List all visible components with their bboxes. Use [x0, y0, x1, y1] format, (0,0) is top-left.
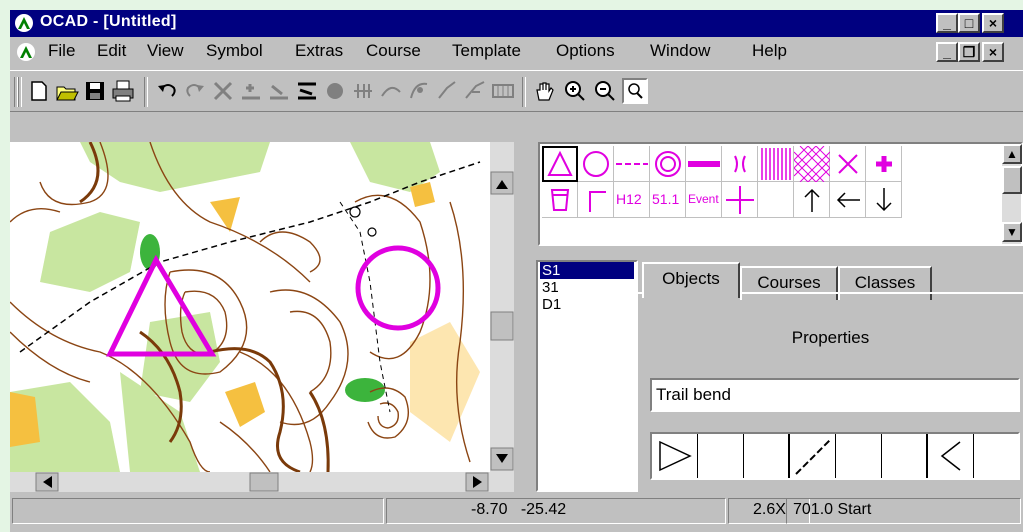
application-window: OCAD - [Untitled] _ □ × File Edit View S…	[10, 10, 1023, 532]
redo-icon[interactable]	[182, 78, 208, 104]
fill-icon[interactable]	[294, 78, 320, 104]
symbol-arrow-up[interactable]	[794, 182, 830, 218]
map-canvas[interactable]	[10, 142, 514, 492]
toolbar-separator	[144, 77, 148, 107]
zoom-in-icon[interactable]	[562, 78, 588, 104]
symbol-finish-circle[interactable]	[650, 146, 686, 182]
objects-panel: Properties	[638, 292, 1023, 494]
status-pane-message	[12, 498, 384, 524]
cd-dashed-slash-icon[interactable]	[790, 434, 836, 478]
toolbar-grip-2[interactable]	[18, 77, 22, 107]
child-restore-button[interactable]: ❐	[958, 42, 980, 62]
cd-cell[interactable]	[744, 434, 790, 478]
symbol-crossing-point[interactable]	[722, 146, 758, 182]
symbol-drink-cup[interactable]	[542, 182, 578, 218]
status-coord-x: -8.70	[471, 501, 508, 518]
menu-view[interactable]: View	[147, 41, 184, 61]
symbol-cross-hatch[interactable]	[794, 146, 830, 182]
symbol-forbidden-cross[interactable]	[830, 146, 866, 182]
symbol-control-circle[interactable]	[578, 146, 614, 182]
course-list: S1 31 D1	[536, 260, 638, 492]
symbol-scroll-thumb[interactable]	[1002, 166, 1022, 194]
window-title: OCAD - [Untitled]	[40, 13, 177, 30]
symbol-arrow-down[interactable]	[866, 182, 902, 218]
ocad-logo-icon[interactable]	[15, 14, 33, 32]
symbol-dashed-line[interactable]	[614, 146, 650, 182]
hand-pan-icon[interactable]	[532, 78, 558, 104]
print-icon[interactable]	[110, 78, 136, 104]
properties-heading: Properties	[791, 328, 870, 347]
symbol-scroll-up[interactable]: ▲	[1002, 144, 1022, 164]
symbol-cross-line[interactable]	[722, 182, 758, 218]
object-name-input[interactable]	[656, 381, 1018, 409]
object-name-field[interactable]	[650, 378, 1020, 412]
measure-icon[interactable]	[350, 78, 376, 104]
maximize-button[interactable]: □	[958, 13, 980, 33]
status-pane-coordinates: -8.70 -25.42	[386, 498, 726, 524]
symbol-text-event[interactable]: Event	[686, 182, 722, 218]
document-logo-icon[interactable]	[17, 43, 35, 61]
reshape-icon[interactable]	[378, 78, 404, 104]
menu-edit[interactable]: Edit	[97, 41, 126, 61]
cut-line-icon[interactable]	[238, 78, 264, 104]
list-item[interactable]: S1	[540, 262, 634, 279]
grid-icon[interactable]	[490, 78, 516, 104]
cd-start-triangle-icon[interactable]	[652, 434, 698, 478]
symbol-vertical-hatch[interactable]	[758, 146, 794, 182]
status-bar: -8.70 -25.42 2.6X 701.0 Start	[10, 492, 1023, 532]
close-button[interactable]: ×	[982, 13, 1004, 33]
status-coord-y: -25.42	[520, 501, 567, 518]
menu-course[interactable]: Course	[366, 41, 421, 61]
symbol-thick-line[interactable]	[686, 146, 722, 182]
symbol-empty[interactable]	[758, 182, 794, 218]
cd-angle-left-icon[interactable]	[928, 434, 974, 478]
menu-help[interactable]: Help	[752, 41, 787, 61]
symbol-first-aid[interactable]	[866, 146, 902, 182]
list-item[interactable]: D1	[540, 296, 634, 313]
smooth-icon[interactable]	[406, 78, 432, 104]
open-folder-icon[interactable]	[54, 78, 80, 104]
symbol-arrow-left[interactable]	[830, 182, 866, 218]
symbol-text-511[interactable]: 51.1	[650, 182, 686, 218]
menu-extras[interactable]: Extras	[295, 41, 343, 61]
delete-icon[interactable]	[210, 78, 236, 104]
control-description-grid	[650, 432, 1020, 480]
menu-file[interactable]: File	[48, 41, 75, 61]
save-disk-icon[interactable]	[82, 78, 108, 104]
rotate-icon[interactable]	[322, 78, 348, 104]
symbol-label-h12: H12	[616, 191, 642, 207]
new-file-icon[interactable]	[26, 78, 52, 104]
menu-template[interactable]: Template	[452, 41, 521, 61]
title-bar[interactable]: OCAD - [Untitled] _ □ ×	[10, 10, 1023, 37]
menu-options[interactable]: Options	[556, 41, 615, 61]
zoom-window-icon[interactable]	[622, 78, 648, 104]
symbol-text-h12[interactable]: H12	[614, 182, 650, 218]
stretch-icon[interactable]	[462, 78, 488, 104]
cd-cell[interactable]	[974, 434, 1020, 478]
symbol-box: H12 51.1 Event ▲ ▼	[538, 142, 1023, 246]
menu-bar: File Edit View Symbol Extras Course Temp…	[10, 37, 1023, 67]
child-minimize-button[interactable]: _	[936, 42, 958, 62]
toolbar	[10, 70, 1023, 112]
cd-cell[interactable]	[836, 434, 882, 478]
toolbar-separator-2	[522, 77, 526, 107]
symbol-label-event: Event	[688, 192, 719, 206]
status-info: 701.0 Start	[786, 498, 1021, 524]
tab-objects[interactable]: Objects	[642, 262, 740, 298]
menu-window[interactable]: Window	[650, 41, 710, 61]
menu-symbol[interactable]: Symbol	[206, 41, 263, 61]
join-icon[interactable]	[266, 78, 292, 104]
cd-cell[interactable]	[698, 434, 744, 478]
symbol-scroll-down[interactable]: ▼	[1002, 222, 1022, 242]
symbol-label-511: 51.1	[652, 191, 680, 207]
symbol-corner-line[interactable]	[578, 182, 614, 218]
symbol-start-triangle[interactable]	[542, 146, 578, 182]
cd-cell[interactable]	[882, 434, 928, 478]
zoom-out-icon[interactable]	[592, 78, 618, 104]
curve-icon[interactable]	[434, 78, 460, 104]
list-item[interactable]: 31	[540, 279, 634, 296]
undo-icon[interactable]	[154, 78, 180, 104]
child-close-button[interactable]: ×	[982, 42, 1004, 62]
minimize-button[interactable]: _	[936, 13, 958, 33]
